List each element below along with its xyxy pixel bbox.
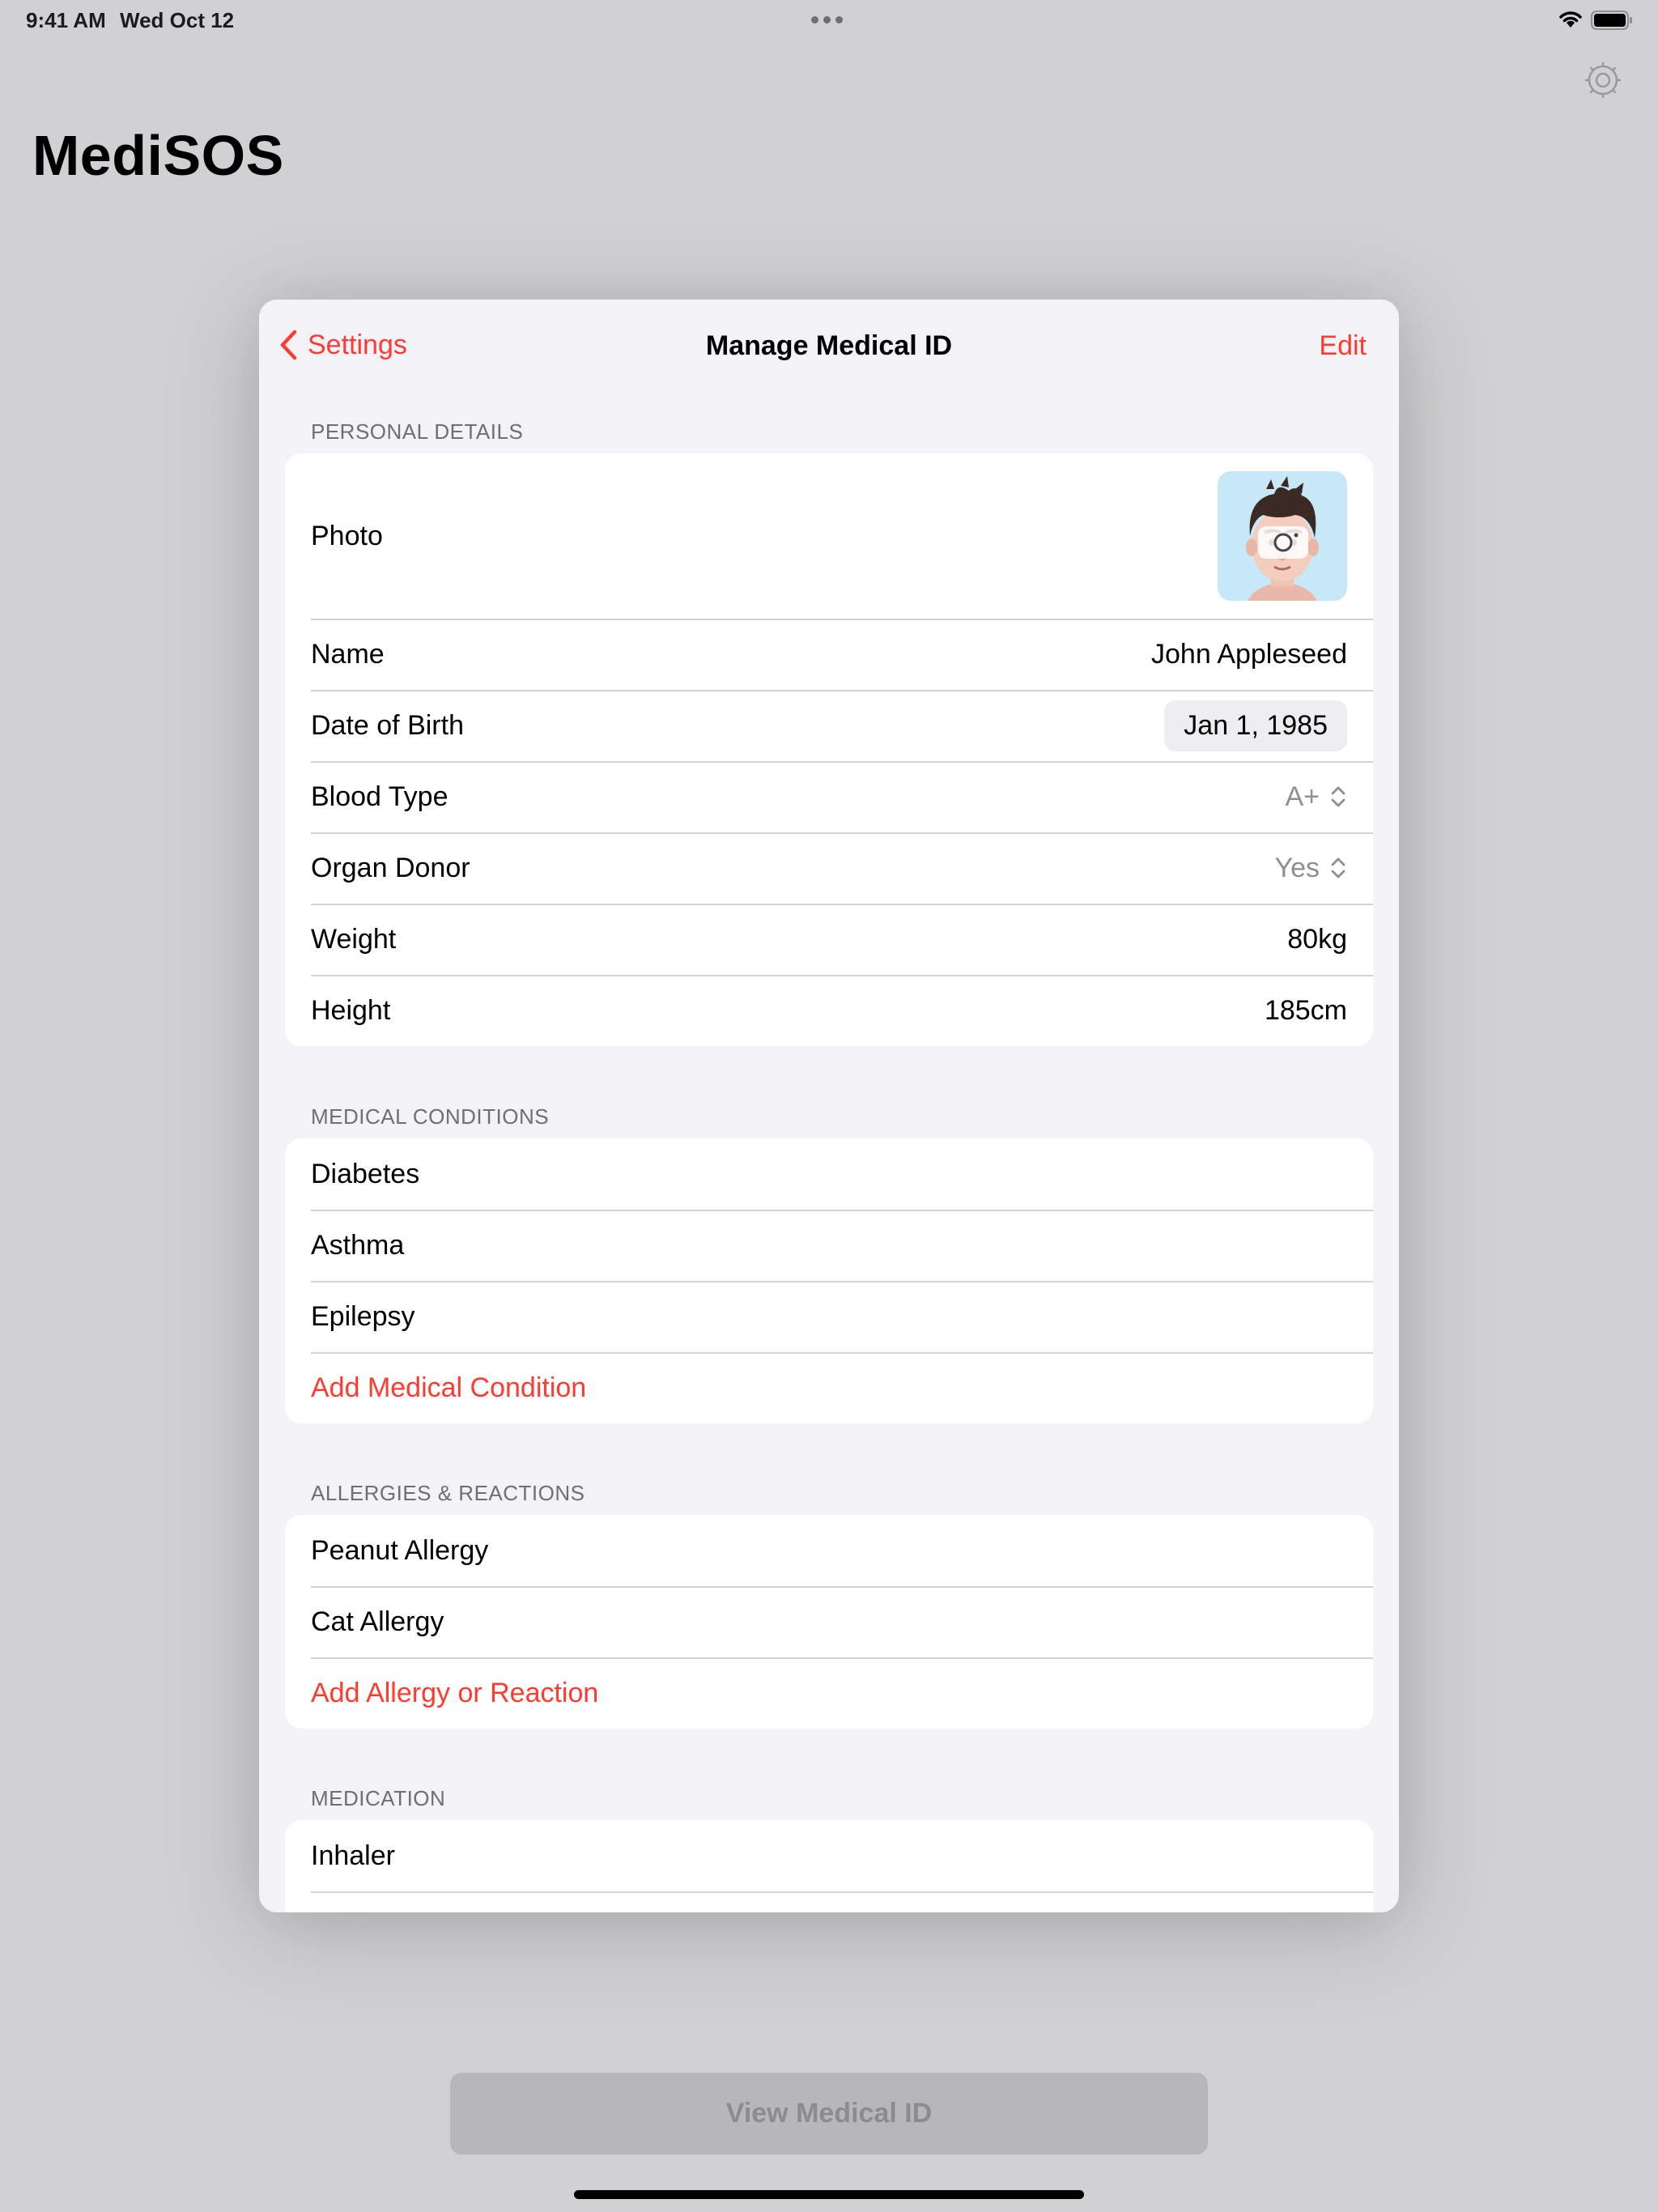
list-item[interactable]: Diabetes [285,1138,1373,1210]
add-medical-condition-row[interactable]: Add Medical Condition [285,1352,1373,1423]
view-medical-id-button[interactable]: View Medical ID [450,2073,1208,2155]
home-indicator[interactable] [574,2190,1084,2199]
photo-row[interactable]: Photo [285,453,1373,619]
status-bar: 9:41 AM Wed Oct 12 [0,0,1658,39]
medical-conditions-header: MEDICAL CONDITIONS [311,1104,550,1129]
date-of-birth-row: Date of Birth Jan 1, 1985 [285,690,1373,761]
date-of-birth-label: Date of Birth [311,709,464,741]
allergy-label: Peanut Allergy [311,1534,489,1566]
allergy-label: Cat Allergy [311,1606,444,1637]
name-value: John Appleseed [1151,638,1347,670]
wifi-icon [1559,11,1582,28]
name-label: Name [311,638,385,670]
blood-type-label: Blood Type [311,781,449,812]
blood-type-value: A+ [1285,781,1320,812]
up-down-chevron-icon [1331,857,1346,878]
battery-icon [1591,11,1632,30]
medication-group: Inhaler [285,1820,1373,1912]
organ-donor-value: Yes [1274,852,1320,883]
add-medical-condition-button[interactable]: Add Medical Condition [311,1372,586,1404]
blood-type-row: Blood Type A+ [285,761,1373,832]
weight-label: Weight [311,923,397,955]
organ-donor-picker[interactable]: Yes [1275,853,1347,884]
weight-value: 80kg [1287,923,1347,955]
condition-label: Asthma [311,1229,405,1261]
allergies-header: ALLERGIES & REACTIONS [311,1481,585,1505]
height-value: 185cm [1264,994,1347,1026]
date-of-birth-picker[interactable]: Jan 1, 1985 [1164,700,1347,751]
height-label: Height [311,994,391,1026]
settings-gear-icon[interactable] [1583,60,1623,100]
list-item[interactable]: Asthma [285,1210,1373,1281]
organ-donor-label: Organ Donor [311,852,470,883]
list-item[interactable] [285,1891,1373,1912]
memoji-avatar [1246,476,1319,601]
status-time: 9:41 AM [26,8,106,32]
height-row[interactable]: Height 185cm [285,975,1373,1046]
medication-label: Inhaler [311,1840,395,1871]
medication-header: MEDICATION [311,1786,446,1810]
up-down-chevron-icon [1331,786,1346,807]
name-row[interactable]: Name John Appleseed [285,619,1373,690]
weight-row[interactable]: Weight 80kg [285,904,1373,975]
sheet-nav-bar: Settings Manage Medical ID Edit [259,300,1399,390]
list-item[interactable]: Epilepsy [285,1281,1373,1352]
list-item[interactable]: Inhaler [285,1820,1373,1891]
photo-thumbnail[interactable] [1218,471,1347,601]
edit-button[interactable]: Edit [1319,330,1367,362]
condition-label: Diabetes [311,1158,420,1189]
list-item[interactable]: Cat Allergy [285,1586,1373,1657]
personal-details-group: Photo Name John Appleseed Date of Birth … [285,453,1373,1046]
personal-details-header: PERSONAL DETAILS [311,419,524,444]
allergies-group: Peanut Allergy Cat Allergy Add Allergy o… [285,1515,1373,1729]
app-title: MediSOS [32,124,284,187]
organ-donor-row: Organ Donor Yes [285,832,1373,904]
multitasking-dots-icon[interactable] [811,16,843,23]
photo-label: Photo [311,520,383,551]
condition-label: Epilepsy [311,1300,415,1332]
status-date: Wed Oct 12 [120,8,235,32]
sheet-title: Manage Medical ID [705,330,953,361]
manage-medical-id-sheet: Settings Manage Medical ID Edit PERSONAL… [259,300,1399,1912]
add-allergy-row[interactable]: Add Allergy or Reaction [285,1657,1373,1729]
medical-conditions-group: Diabetes Asthma Epilepsy Add Medical Con… [285,1138,1373,1423]
list-item[interactable]: Peanut Allergy [285,1515,1373,1586]
blood-type-picker[interactable]: A+ [1285,781,1347,813]
add-allergy-button[interactable]: Add Allergy or Reaction [311,1678,598,1709]
